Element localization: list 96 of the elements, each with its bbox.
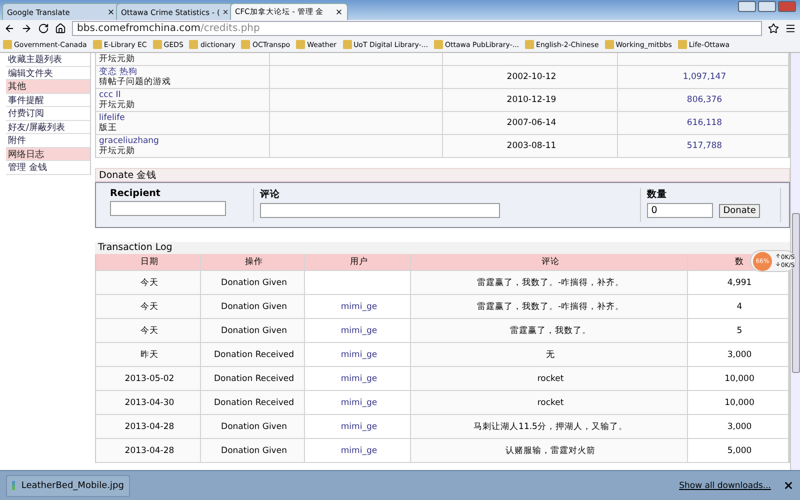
input-field[interactable] xyxy=(260,203,500,218)
user-link[interactable]: mimi_ge xyxy=(340,326,378,336)
table-cell: 4,991 xyxy=(688,271,789,295)
reload-icon[interactable] xyxy=(38,23,49,34)
sidebar-item[interactable]: 编辑文件夹 xyxy=(6,66,90,80)
close-icon[interactable] xyxy=(107,8,115,16)
minimize-icon[interactable] xyxy=(738,1,756,12)
table-cell: 2013-04-28 xyxy=(96,439,201,463)
column-header: 用户 xyxy=(305,254,411,271)
table-cell: 806,376 xyxy=(618,89,789,112)
sidebar-item[interactable]: 附件 xyxy=(6,134,90,148)
close-icon[interactable] xyxy=(335,8,343,16)
table-cell: 3,000 xyxy=(688,343,789,367)
table-cell: 雷霆赢了，我数了。-咋揣得，补齐。 xyxy=(411,271,688,295)
user-link[interactable]: graceliuzhang xyxy=(99,136,159,146)
user-link[interactable]: mimi_ge xyxy=(340,398,378,408)
sidebar-item[interactable]: 事件提醒 xyxy=(6,94,90,107)
user-link[interactable]: mimi_ge xyxy=(340,374,378,384)
user-link[interactable]: lifelife xyxy=(99,113,125,123)
table-cell: 认赌服输，雷霆对火箭 xyxy=(411,439,688,463)
table-cell: Donation Given xyxy=(201,271,305,295)
show-downloads-link[interactable]: Show all downloads... xyxy=(679,480,771,490)
field-label: Recipient xyxy=(110,188,162,199)
close-icon[interactable] xyxy=(783,480,794,491)
user-title: 开坛元勋 xyxy=(99,146,135,156)
table-cell: 2013-04-28 xyxy=(96,415,201,439)
table-cell: 马刺让湖人11.5分，押湖人，又输了。 xyxy=(411,415,688,439)
star-icon[interactable] xyxy=(768,23,779,34)
download-icon xyxy=(775,261,781,267)
input-field[interactable]: 0 xyxy=(647,203,714,218)
menu-icon[interactable] xyxy=(785,23,796,34)
table-cell: 今天 xyxy=(96,295,201,319)
table-cell: 2013-05-02 xyxy=(96,367,201,391)
upload-icon xyxy=(775,253,781,259)
input-field[interactable] xyxy=(110,201,226,216)
image-file-icon xyxy=(12,481,16,490)
field-label: 数量 xyxy=(647,188,668,201)
address-bar[interactable]: bbs.comefromchina.com/credits.php xyxy=(72,21,762,36)
table-cell: 今天 xyxy=(96,319,201,343)
table-cell: 1,097,147 xyxy=(618,66,789,89)
user-link[interactable]: mimi_ge xyxy=(340,446,378,456)
sidebar-item[interactable]: 管理 金钱 xyxy=(6,161,90,174)
user-link[interactable]: 变态 热狗 xyxy=(99,67,138,77)
download-item[interactable]: LeatherBed_Mobile.jpg xyxy=(6,474,130,496)
table-cell: 2002-10-12 xyxy=(443,66,618,89)
user-link[interactable]: mimi_ge xyxy=(340,350,378,360)
table-cell: rocket xyxy=(411,367,688,391)
user-link[interactable]: mimi_ge xyxy=(340,302,378,312)
table-cell: 4 xyxy=(688,295,789,319)
table-cell: 5 xyxy=(688,319,789,343)
table-cell: 10,000 xyxy=(688,367,789,391)
table-cell: 今天 xyxy=(96,271,201,295)
user-title: 开坛元勋 xyxy=(99,54,135,64)
table-cell: 雷霆赢了，我数了。 xyxy=(411,319,688,343)
table-cell: rocket xyxy=(411,391,688,415)
home-icon[interactable] xyxy=(55,23,66,34)
user-title: 版王 xyxy=(99,123,117,133)
table-cell: Donation Given xyxy=(201,415,305,439)
table-cell: 10,000 xyxy=(688,391,789,415)
sidebar-item[interactable]: 好友/屏蔽列表 xyxy=(6,120,90,134)
table-cell: 517,788 xyxy=(618,135,789,158)
column-header: 日期 xyxy=(96,254,201,271)
table-cell: 2013-04-30 xyxy=(96,391,201,415)
user-link[interactable]: ccc II xyxy=(99,90,121,100)
table-cell: Donation Received xyxy=(201,391,305,415)
table-cell: Donation Given xyxy=(201,439,305,463)
user-title: 猜帖子问题的游戏 xyxy=(99,77,171,87)
table-cell: 5,000 xyxy=(688,439,789,463)
table-cell: Donation Received xyxy=(201,343,305,367)
table-cell: 616,118 xyxy=(618,112,789,135)
sidebar-section: 其他 xyxy=(6,80,90,94)
forward-icon[interactable] xyxy=(21,23,32,34)
sidebar-item[interactable]: 付费订阅 xyxy=(6,107,90,120)
back-icon[interactable] xyxy=(4,23,15,34)
column-header: 操作 xyxy=(201,254,305,271)
user-link[interactable]: mimi_ge xyxy=(340,422,378,432)
table-cell: 雷霆赢了，我数了。-咋揣得，补齐。 xyxy=(411,295,688,319)
close-icon[interactable] xyxy=(222,8,229,16)
donate-button[interactable]: Donate xyxy=(719,204,760,218)
section-title: Transaction Log xyxy=(95,242,790,254)
field-label: 评论 xyxy=(260,188,281,201)
table-cell: Donation Given xyxy=(201,319,305,343)
column-header: 评论 xyxy=(411,254,688,271)
table-cell: Donation Given xyxy=(201,295,305,319)
table-cell: 无 xyxy=(411,343,688,367)
sidebar-item[interactable]: 收藏主题列表 xyxy=(6,53,90,66)
table-cell: 昨天 xyxy=(96,343,201,367)
table-cell: 2010-12-19 xyxy=(443,89,618,112)
table-cell: 2007-06-14 xyxy=(443,112,618,135)
maximize-icon[interactable] xyxy=(758,1,776,12)
table-cell: Donation Received xyxy=(201,367,305,391)
sidebar-section: 网络日志 xyxy=(6,148,90,161)
table-cell: 3,000 xyxy=(688,415,789,439)
user-title: 开坛元勋 xyxy=(99,100,135,110)
table-cell: 2003-08-11 xyxy=(443,135,618,158)
section-title: Donate 金钱 xyxy=(95,168,790,182)
